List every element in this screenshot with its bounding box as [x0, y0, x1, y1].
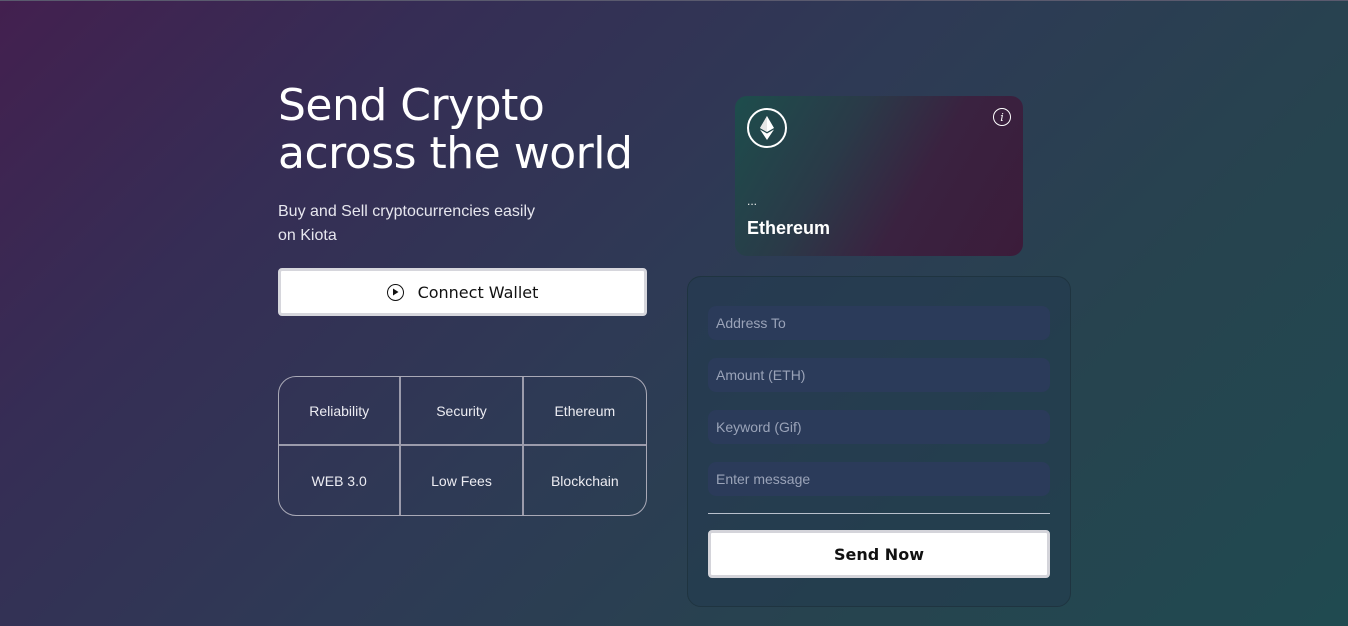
form-divider	[708, 513, 1050, 514]
send-now-button[interactable]: Send Now	[708, 530, 1050, 578]
hero-title-line-1: Send Crypto	[278, 80, 545, 131]
card-network-name: Ethereum	[747, 218, 831, 238]
feature-ethereum: Ethereum	[523, 377, 646, 446]
play-circle-icon	[386, 283, 404, 301]
ethereum-icon	[747, 108, 787, 148]
feature-blockchain: Blockchain	[550, 472, 619, 489]
top-border	[0, 0, 1348, 1]
feature-web3: WEB 3.0	[279, 446, 402, 515]
hero-section: Send Crypto across the world	[278, 82, 658, 178]
amount-input[interactable]	[708, 358, 1050, 392]
hero-subtitle: Buy and Sell cryptocurrencies easily on …	[278, 200, 558, 248]
feature-security: Security	[401, 377, 524, 446]
feature-reliability: Reliability	[279, 377, 402, 446]
feature-low-fees: Low Fees	[401, 446, 524, 515]
message-input[interactable]	[708, 462, 1050, 496]
hero-subtitle-line-1: Buy and Sell cryptocurrencies easily	[278, 203, 536, 220]
ethereum-card: i ... Ethereum	[735, 96, 1023, 256]
hero-title-line-2: across the world	[278, 128, 633, 179]
hero-title: Send Crypto across the world	[278, 82, 658, 178]
keyword-input[interactable]	[708, 410, 1050, 444]
address-input[interactable]	[708, 306, 1050, 340]
connect-wallet-label: Connect Wallet	[417, 282, 539, 302]
card-address: ...	[747, 194, 758, 208]
features-grid: Reliability Security Ethereum WEB 3.0 Lo…	[278, 376, 647, 516]
hero-subtitle-line-2: on Kiota	[278, 227, 337, 244]
connect-wallet-button[interactable]: Connect Wallet	[278, 268, 647, 316]
info-icon[interactable]: i	[993, 108, 1011, 126]
send-form: Send Now	[687, 276, 1071, 607]
